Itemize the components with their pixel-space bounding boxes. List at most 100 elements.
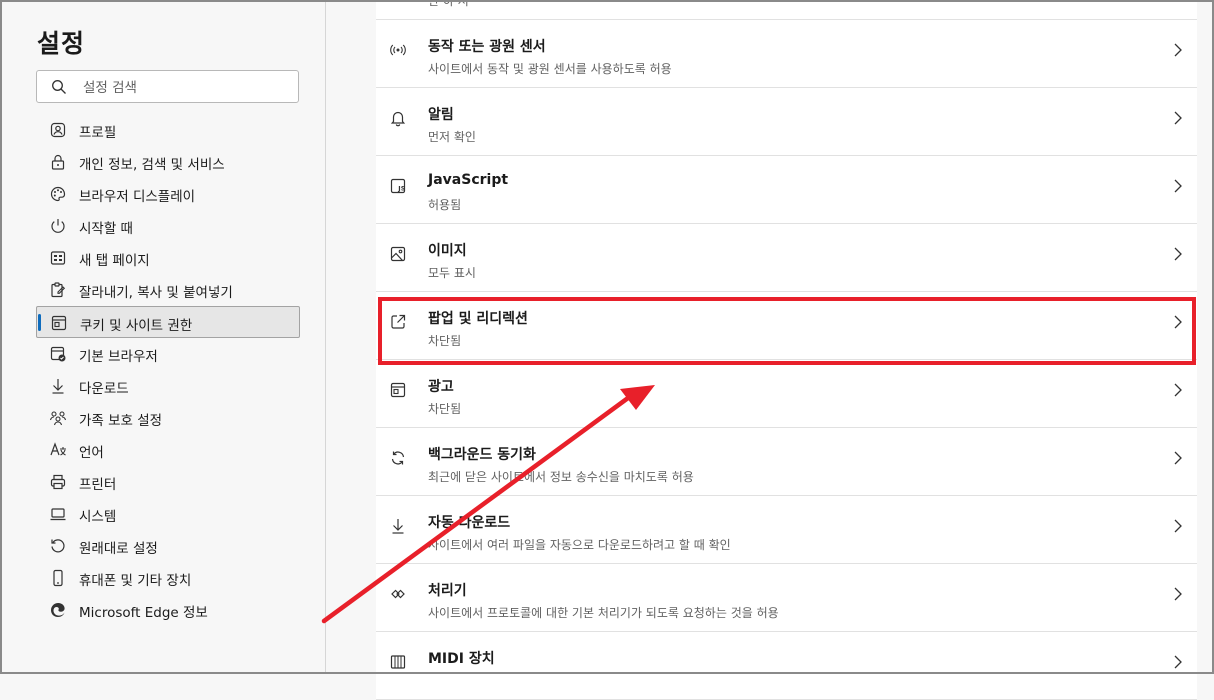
sensor-icon xyxy=(390,44,406,56)
permission-row-desc: 사이트에서 여러 파일을 자동으로 다운로드하려고 할 때 확인 xyxy=(428,538,731,552)
permission-row-midi[interactable]: MIDI 장치 xyxy=(376,632,1197,700)
permission-row-desc: 모두 표시 xyxy=(428,266,476,280)
sidebar-item-label: 시작할 때 xyxy=(79,221,133,237)
sidebar-item-family[interactable]: 가족 보호 설정 xyxy=(36,402,300,434)
svg-text:JS: JS xyxy=(397,184,405,192)
laptop-icon xyxy=(50,508,66,521)
sidebar-item-languages[interactable]: 언어 xyxy=(36,434,300,466)
permission-row-handlers[interactable]: 처리기 사이트에서 프로토콜에 대한 기본 처리기가 되도록 요청하는 것을 허… xyxy=(376,564,1197,632)
chevron-right-icon xyxy=(1174,655,1182,669)
printer-icon xyxy=(50,474,66,490)
sidebar-item-label: 쿠키 및 사이트 권한 xyxy=(80,318,193,334)
chevron-right-icon xyxy=(1174,247,1182,261)
sidebar-item-downloads[interactable]: 다운로드 xyxy=(36,370,300,402)
permission-row-notifications[interactable]: 알림 먼저 확인 xyxy=(376,88,1197,156)
sidebar-item-privacy[interactable]: 개인 정보, 검색 및 서비스 xyxy=(36,146,300,178)
chevron-right-icon xyxy=(1174,383,1182,397)
permission-row-title: 광고 xyxy=(428,379,454,395)
search-input[interactable] xyxy=(81,76,290,100)
palette-icon xyxy=(50,186,66,202)
permission-row-auto-download[interactable]: 자동 다운로드 사이트에서 여러 파일을 자동으로 다운로드하려고 할 때 확인 xyxy=(376,496,1197,564)
handler-icon xyxy=(391,589,405,599)
sidebar-item-label: 원래대로 설정 xyxy=(79,541,158,557)
permission-row-sensors[interactable]: 동작 또는 광원 센서 사이트에서 동작 및 광원 센서를 사용하도록 허용 xyxy=(376,20,1197,88)
permission-row-desc: 한 하 저 xyxy=(428,0,469,8)
sidebar-item-label: 가족 보호 설정 xyxy=(79,413,163,429)
sidebar-item-phone[interactable]: 휴대폰 및 기타 장치 xyxy=(36,562,300,594)
clipboard-icon xyxy=(51,282,66,298)
permission-row-title: 자동 다운로드 xyxy=(428,515,511,531)
lock-icon xyxy=(51,154,65,170)
sidebar-item-default-browser[interactable]: 기본 브라우저 xyxy=(36,338,300,370)
language-icon xyxy=(50,442,66,456)
chevron-right-icon xyxy=(1174,43,1182,57)
sidebar-item-cookies[interactable]: 쿠키 및 사이트 권한 xyxy=(36,306,300,338)
permission-row-title: 알림 xyxy=(428,107,454,123)
permission-row-ads[interactable]: 광고 차단됨 xyxy=(376,360,1197,428)
power-icon xyxy=(51,219,65,233)
active-indicator xyxy=(38,314,41,331)
chevron-right-icon xyxy=(1174,111,1182,125)
page-title: 설정 xyxy=(37,29,86,58)
permission-row-desc: 사이트에서 프로토콜에 대한 기본 처리기가 되도록 요청하는 것을 허용 xyxy=(428,606,779,620)
sync-icon xyxy=(391,451,405,465)
sidebar-item-label: 기본 브라우저 xyxy=(79,349,158,365)
chevron-right-icon xyxy=(1174,587,1182,601)
image-icon xyxy=(390,246,406,262)
permission-row-javascript[interactable]: JS JavaScript 허용됨 xyxy=(376,156,1197,224)
sidebar-item-label: 시스템 xyxy=(79,509,117,525)
permission-row-title: 동작 또는 광원 센서 xyxy=(428,39,546,55)
search-icon xyxy=(52,80,66,94)
sidebar-item-label: 휴대폰 및 기타 장치 xyxy=(79,573,192,589)
midi-icon xyxy=(390,655,406,669)
permission-row-title: 백그라운드 동기화 xyxy=(428,447,536,463)
reset-icon xyxy=(51,539,65,553)
sidebar-item-new-tab[interactable]: 새 탭 페이지 xyxy=(36,242,300,274)
download-icon xyxy=(392,519,404,534)
chevron-right-icon xyxy=(1174,519,1182,533)
sidebar-item-label: 브라우저 디스플레이 xyxy=(79,189,196,205)
permission-row-title: JavaScript xyxy=(428,172,509,188)
sidebar-item-appearance[interactable]: 브라우저 디스플레이 xyxy=(36,178,300,210)
sidebar-item-startup[interactable]: 시작할 때 xyxy=(36,210,300,242)
permission-row-desc: 차단됨 xyxy=(428,402,462,416)
ads-icon xyxy=(390,382,406,398)
bell-icon xyxy=(390,111,406,127)
permission-row-title: 이미지 xyxy=(428,243,467,259)
edge-icon xyxy=(51,603,65,617)
permission-row-desc: 허용됨 xyxy=(428,198,462,212)
chevron-right-icon xyxy=(1174,179,1182,193)
new-tab-icon xyxy=(50,251,66,265)
profile-icon xyxy=(50,122,66,138)
sidebar-item-label: 잘라내기, 복사 및 붙여넣기 xyxy=(79,285,233,301)
sidebar-item-printers[interactable]: 프린터 xyxy=(36,466,300,498)
sidebar-item-label: 개인 정보, 검색 및 서비스 xyxy=(79,157,225,173)
annotation-highlight-box xyxy=(378,297,1196,365)
permission-row-partial[interactable]: 한 하 저 xyxy=(376,0,1197,20)
sidebar-item-system[interactable]: 시스템 xyxy=(36,498,300,530)
search-box[interactable] xyxy=(36,70,299,103)
family-icon xyxy=(49,411,67,426)
sidebar-item-reset[interactable]: 원래대로 설정 xyxy=(36,530,300,562)
permission-row-desc: 최근에 닫은 사이트에서 정보 송수신을 마치도록 허용 xyxy=(428,470,694,484)
download-icon xyxy=(52,379,64,394)
cookie-site-icon xyxy=(51,315,67,331)
sidebar-item-clipboard[interactable]: 잘라내기, 복사 및 붙여넣기 xyxy=(36,274,300,306)
permission-row-images[interactable]: 이미지 모두 표시 xyxy=(376,224,1197,292)
sidebar-item-profile[interactable]: 프로필 xyxy=(36,114,300,146)
sidebar-item-label: 다운로드 xyxy=(79,381,129,397)
permission-row-desc: 사이트에서 동작 및 광원 센서를 사용하도록 허용 xyxy=(428,62,672,76)
sidebar-item-label: 프린터 xyxy=(79,477,117,493)
chevron-right-icon xyxy=(1174,451,1182,465)
javascript-icon: JS xyxy=(390,178,406,194)
permission-row-desc: 먼저 확인 xyxy=(428,130,476,144)
default-browser-icon xyxy=(50,346,66,362)
permission-row-title: MIDI 장치 xyxy=(428,651,495,667)
sidebar-item-label: 새 탭 페이지 xyxy=(79,253,150,269)
sidebar-item-about[interactable]: Microsoft Edge 정보 xyxy=(36,594,300,626)
permission-row-background-sync[interactable]: 백그라운드 동기화 최근에 닫은 사이트에서 정보 송수신을 마치도록 허용 xyxy=(376,428,1197,496)
sidebar-item-label: Microsoft Edge 정보 xyxy=(79,605,208,621)
sidebar-item-label: 프로필 xyxy=(79,125,117,141)
phone-icon xyxy=(53,569,63,587)
sidebar-nav: 프로필 개인 정보, 검색 및 서비스 브라우저 디스플레이 시작할 때 새 탭… xyxy=(36,114,300,626)
